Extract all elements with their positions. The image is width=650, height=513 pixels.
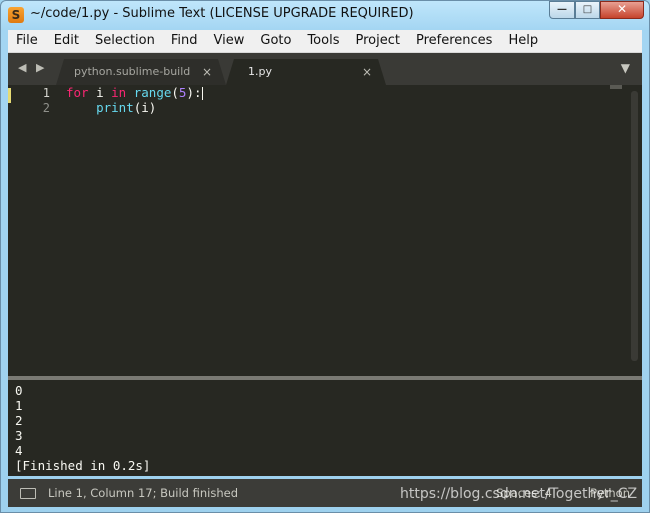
- current-line-marker: [8, 88, 11, 103]
- watermark: https://blog.csdn.net/Together_CZ: [400, 486, 638, 502]
- menu-tools[interactable]: Tools: [299, 30, 347, 52]
- title-bar[interactable]: S ~/code/1.py - Sublime Text (LICENSE UP…: [0, 0, 650, 30]
- tab-label: 1.py: [248, 65, 272, 78]
- code-token: for: [66, 85, 89, 100]
- code-token: (: [171, 85, 179, 100]
- menu-preferences[interactable]: Preferences: [408, 30, 500, 52]
- menu-view[interactable]: View: [206, 30, 253, 52]
- tab-1-py[interactable]: 1.py ×: [226, 59, 386, 85]
- menu-goto[interactable]: Goto: [252, 30, 299, 52]
- code-token: i: [88, 85, 112, 100]
- menu-project[interactable]: Project: [347, 30, 407, 52]
- output-line: [Finished in 0.2s]: [15, 458, 151, 473]
- line-number: 2: [42, 101, 50, 115]
- output-line: 3: [15, 428, 23, 443]
- code-line[interactable]: for i in range(5):: [66, 85, 203, 100]
- build-output-panel[interactable]: 0 1 2 3 4 [Finished in 0.2s]: [8, 380, 642, 476]
- tab-close-icon[interactable]: ×: [362, 59, 372, 85]
- maximize-button[interactable]: □: [575, 1, 600, 19]
- menu-bar: File Edit Selection Find View Goto Tools…: [8, 30, 642, 53]
- code-token: in: [111, 85, 127, 100]
- code-line[interactable]: print(i): [66, 100, 203, 115]
- menu-help[interactable]: Help: [500, 30, 546, 52]
- code-token: range: [133, 85, 172, 100]
- sublime-app-icon: S: [8, 7, 24, 23]
- line-gutter: 1 2: [8, 85, 58, 376]
- tab-python-sublime-build[interactable]: python.sublime-build ×: [56, 59, 226, 85]
- output-line: 0: [15, 383, 23, 398]
- window-controls: — □ ✕: [549, 1, 644, 19]
- output-line: 1: [15, 398, 23, 413]
- close-window-button[interactable]: ✕: [600, 1, 644, 19]
- build-output-text: 0 1 2 3 4 [Finished in 0.2s]: [15, 383, 150, 473]
- output-line: 4: [15, 443, 23, 458]
- output-line: 2: [15, 413, 23, 428]
- tab-bar: ◀ ▶ python.sublime-build × 1.py × ▼: [8, 53, 642, 85]
- menu-find[interactable]: Find: [163, 30, 206, 52]
- code-content[interactable]: for i in range(5): print(i): [66, 85, 203, 115]
- menu-file[interactable]: File: [8, 30, 46, 52]
- window-title: ~/code/1.py - Sublime Text (LICENSE UPGR…: [30, 6, 414, 21]
- text-cursor: [201, 87, 203, 100]
- tab-close-icon[interactable]: ×: [202, 59, 212, 85]
- tab-nav-arrows-icon[interactable]: ◀ ▶: [18, 61, 47, 74]
- vertical-scrollbar[interactable]: [631, 91, 638, 361]
- code-token: (i): [133, 100, 157, 115]
- code-token: ):: [186, 85, 202, 100]
- code-editor[interactable]: 1 2 for i in range(5): print(i): [8, 85, 642, 376]
- tab-dropdown-icon[interactable]: ▼: [621, 61, 630, 75]
- minimap[interactable]: [610, 85, 622, 89]
- menu-selection[interactable]: Selection: [87, 30, 163, 52]
- tab-label: python.sublime-build: [74, 65, 191, 78]
- line-number: 1: [42, 86, 50, 100]
- cursor-position-status: Line 1, Column 17; Build finished: [48, 486, 239, 500]
- panel-toggle-icon[interactable]: [20, 488, 36, 499]
- minimize-button[interactable]: —: [549, 1, 575, 19]
- menu-edit[interactable]: Edit: [46, 30, 87, 52]
- code-token: print: [96, 100, 134, 115]
